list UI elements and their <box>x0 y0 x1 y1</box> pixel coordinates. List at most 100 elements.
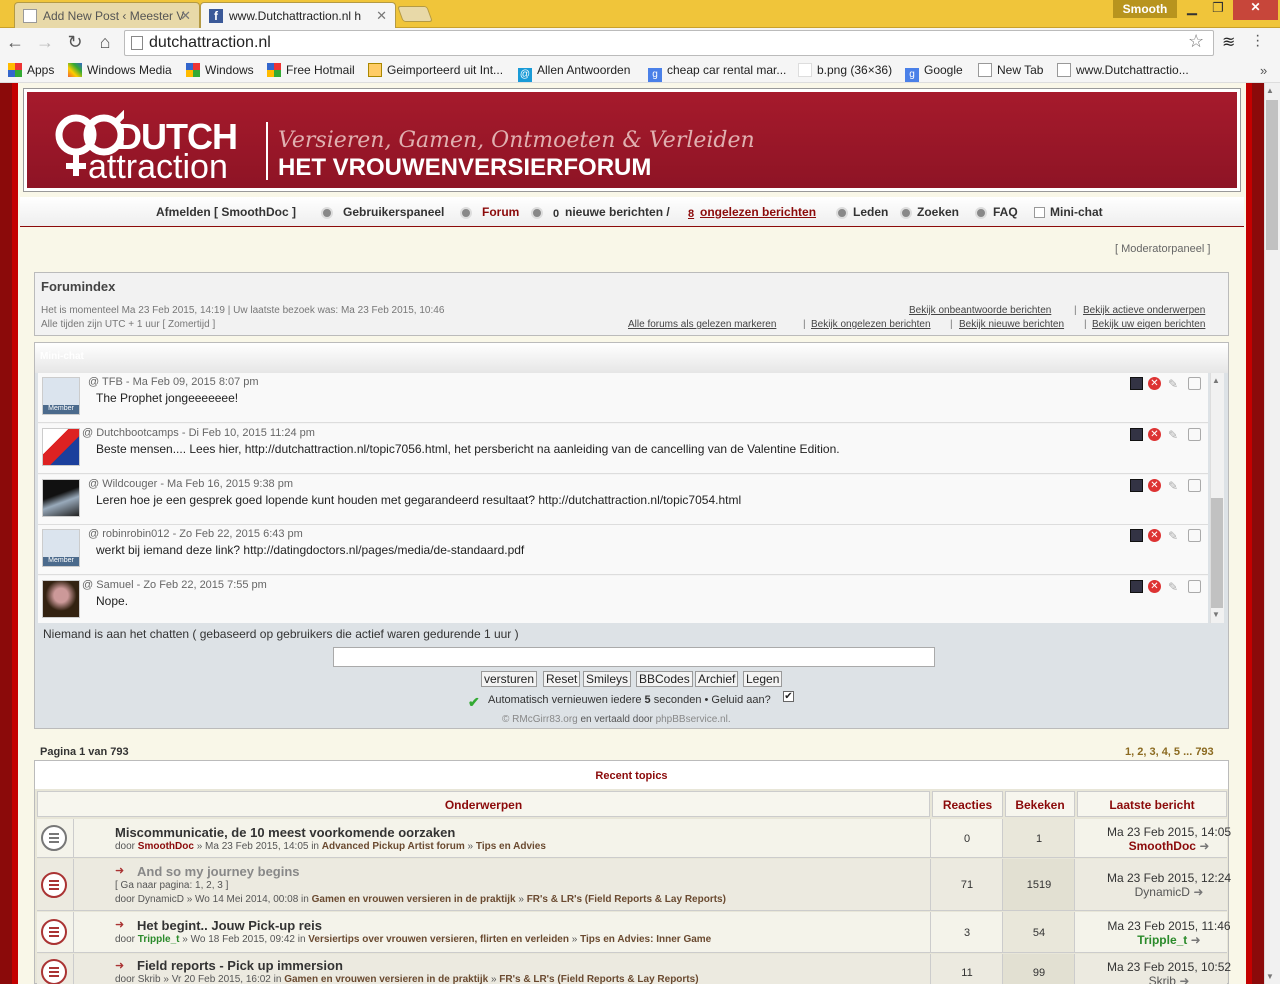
goto-post-icon[interactable]: ➜ <box>1191 933 1201 947</box>
clear-button[interactable]: Legen <box>743 671 783 687</box>
chat-user[interactable]: Samuel <box>96 579 133 591</box>
ip-icon[interactable] <box>1130 377 1143 390</box>
tab-dutchattraction[interactable]: f www.Dutchattraction.nl h ✕ <box>200 2 396 28</box>
subforum-link[interactable]: Tips en Advies: Inner Game <box>580 934 711 945</box>
back-icon[interactable]: ← <box>4 32 26 54</box>
scroll-up-arrow-icon[interactable]: ▲ <box>1212 376 1220 385</box>
members-link[interactable]: Leden <box>853 205 888 219</box>
trash-icon[interactable] <box>1188 377 1201 390</box>
bookmark-dutchattraction[interactable]: www.Dutchattractio... <box>1057 63 1189 77</box>
bookmark-apps[interactable]: Apps <box>8 63 54 77</box>
ip-icon[interactable] <box>1130 479 1143 492</box>
delete-icon[interactable]: ✕ <box>1148 377 1161 390</box>
edit-icon[interactable]: ✎ <box>1168 529 1181 543</box>
header-topics[interactable]: Onderwerpen <box>37 791 930 817</box>
delete-icon[interactable]: ✕ <box>1148 580 1161 593</box>
address-bar[interactable]: dutchattraction.nl <box>124 30 1214 56</box>
topic-author[interactable]: Skrib <box>138 974 161 984</box>
trash-icon[interactable] <box>1188 479 1201 492</box>
chat-user[interactable]: Dutchbootcamps <box>96 427 179 439</box>
moderator-panel-link[interactable]: [ Moderatorpaneel ] <box>1115 243 1210 255</box>
scroll-down-arrow-icon[interactable]: ▼ <box>1212 610 1220 619</box>
topic-title[interactable]: Field reports - Pick up immersion <box>137 958 343 973</box>
ip-icon[interactable] <box>1130 529 1143 542</box>
edit-icon[interactable]: ✎ <box>1168 377 1181 391</box>
last-post-user[interactable]: SmoothDoc <box>1129 839 1196 853</box>
page-scrollbar-thumb[interactable] <box>1266 100 1278 250</box>
minimize-icon[interactable]: ▁ <box>1180 0 1204 20</box>
sound-checkbox[interactable]: ✔ <box>783 691 794 702</box>
bookmark-google[interactable]: g Google <box>905 63 963 82</box>
bbcodes-button[interactable]: BBCodes <box>636 671 693 687</box>
logout-link[interactable]: Afmelden [ SmoothDoc ] <box>156 205 296 219</box>
ip-icon[interactable] <box>1130 428 1143 441</box>
profile-badge[interactable]: Smooth <box>1113 0 1177 18</box>
faq-link[interactable]: FAQ <box>993 205 1018 219</box>
unanswered-posts-link[interactable]: Bekijk onbeantwoorde berichten <box>909 305 1051 316</box>
mark-forums-read-link[interactable]: Alle forums als gelezen markeren <box>628 319 776 330</box>
credit-link-1[interactable]: © RMcGirr83.org <box>502 714 578 725</box>
bookmark-allen-antwoorden[interactable]: @ Allen Antwoorden <box>518 63 630 82</box>
forum-link[interactable]: Gamen en vrouwen versieren in de praktij… <box>312 894 516 905</box>
last-post-user[interactable]: Tripple_t <box>1137 933 1187 947</box>
bookmark-b-png[interactable]: b.png (36×36) <box>798 63 892 77</box>
delete-icon[interactable]: ✕ <box>1148 479 1161 492</box>
scroll-up-arrow-icon[interactable]: ▲ <box>1266 86 1274 95</box>
bookmark-folder-imported[interactable]: Geimporteerd uit Int... <box>368 63 503 77</box>
trash-icon[interactable] <box>1188 580 1201 593</box>
edit-icon[interactable]: ✎ <box>1168 580 1181 594</box>
delete-icon[interactable]: ✕ <box>1148 428 1161 441</box>
last-post-user[interactable]: DynamicD <box>1135 885 1190 899</box>
subforum-link[interactable]: FR's & LR's (Field Reports & Lay Reports… <box>499 974 698 984</box>
close-icon[interactable]: ✕ <box>376 8 387 24</box>
unread-posts-link[interactable]: ongelezen berichten <box>700 205 816 219</box>
chat-user[interactable]: robinrobin012 <box>102 528 169 540</box>
chat-scrollbar-thumb[interactable] <box>1211 498 1223 608</box>
credit-link-2[interactable]: phpBBservice.nl. <box>656 714 731 725</box>
trash-icon[interactable] <box>1188 529 1201 542</box>
topic-author[interactable]: SmoothDoc <box>138 841 194 852</box>
edit-icon[interactable]: ✎ <box>1168 479 1181 493</box>
bookmark-free-hotmail[interactable]: Free Hotmail <box>267 63 355 77</box>
chat-user[interactable]: TFB <box>102 376 123 388</box>
forumindex-title[interactable]: Forumindex <box>41 279 115 294</box>
forum-link[interactable]: Versiertips over vrouwen versieren, flir… <box>308 934 569 945</box>
menu-icon[interactable]: · · · <box>1255 28 1260 54</box>
ucp-link[interactable]: Gebruikerspaneel <box>343 205 444 219</box>
home-icon[interactable]: ⌂ <box>94 32 116 54</box>
chat-user[interactable]: Wildcouger <box>102 478 157 490</box>
pagination-links[interactable]: 1, 2, 3, 4, 5 ... 793 <box>1125 746 1214 758</box>
forum-link[interactable]: Advanced Pickup Artist forum <box>322 841 465 852</box>
new-posts-link[interactable]: nieuwe berichten / <box>565 205 670 219</box>
new-posts-link-2[interactable]: Bekijk nieuwe berichten <box>959 319 1064 330</box>
archive-button[interactable]: Archief <box>695 671 739 687</box>
subforum-link[interactable]: FR's & LR's (Field Reports & Lay Reports… <box>527 894 726 905</box>
bookmark-new-tab[interactable]: New Tab <box>978 63 1043 77</box>
trash-icon[interactable] <box>1188 428 1201 441</box>
goto-post-icon[interactable]: ➜ <box>1199 839 1209 853</box>
subforum-link[interactable]: Tips en Advies <box>476 841 546 852</box>
header-last-post[interactable]: Laatste bericht <box>1077 791 1227 817</box>
more-bookmarks-icon[interactable]: » <box>1260 63 1267 78</box>
unread-arrow-icon[interactable]: ➜ <box>115 959 124 972</box>
minichat-toggle-checkbox[interactable] <box>1034 207 1045 218</box>
ip-icon[interactable] <box>1130 580 1143 593</box>
reload-icon[interactable]: ↻ <box>64 32 86 54</box>
unread-posts-link-2[interactable]: Bekijk ongelezen berichten <box>811 319 931 330</box>
reset-button[interactable]: Reset <box>543 671 581 687</box>
header-replies[interactable]: Reacties <box>932 791 1003 817</box>
bookmark-star-icon[interactable]: ☆ <box>1188 31 1204 52</box>
goto-post-icon[interactable]: ➜ <box>1193 885 1203 899</box>
unread-arrow-icon[interactable]: ➜ <box>115 918 124 931</box>
scroll-down-arrow-icon[interactable]: ▼ <box>1266 972 1274 981</box>
own-posts-link[interactable]: Bekijk uw eigen berichten <box>1092 319 1205 330</box>
window-close-icon[interactable]: ✕ <box>1233 0 1278 20</box>
edit-icon[interactable]: ✎ <box>1168 428 1181 442</box>
forum-link[interactable]: Forum <box>482 205 519 219</box>
topic-title[interactable]: Het begint.. Jouw Pick-up reis <box>137 918 322 933</box>
topic-pages[interactable]: [ Ga naar pagina: 1, 2, 3 ] <box>115 880 228 891</box>
delete-icon[interactable]: ✕ <box>1148 529 1161 542</box>
header-views[interactable]: Bekeken <box>1005 791 1075 817</box>
topic-author[interactable]: Tripple_t <box>138 934 180 945</box>
minichat-link[interactable]: Mini-chat <box>1050 205 1103 219</box>
